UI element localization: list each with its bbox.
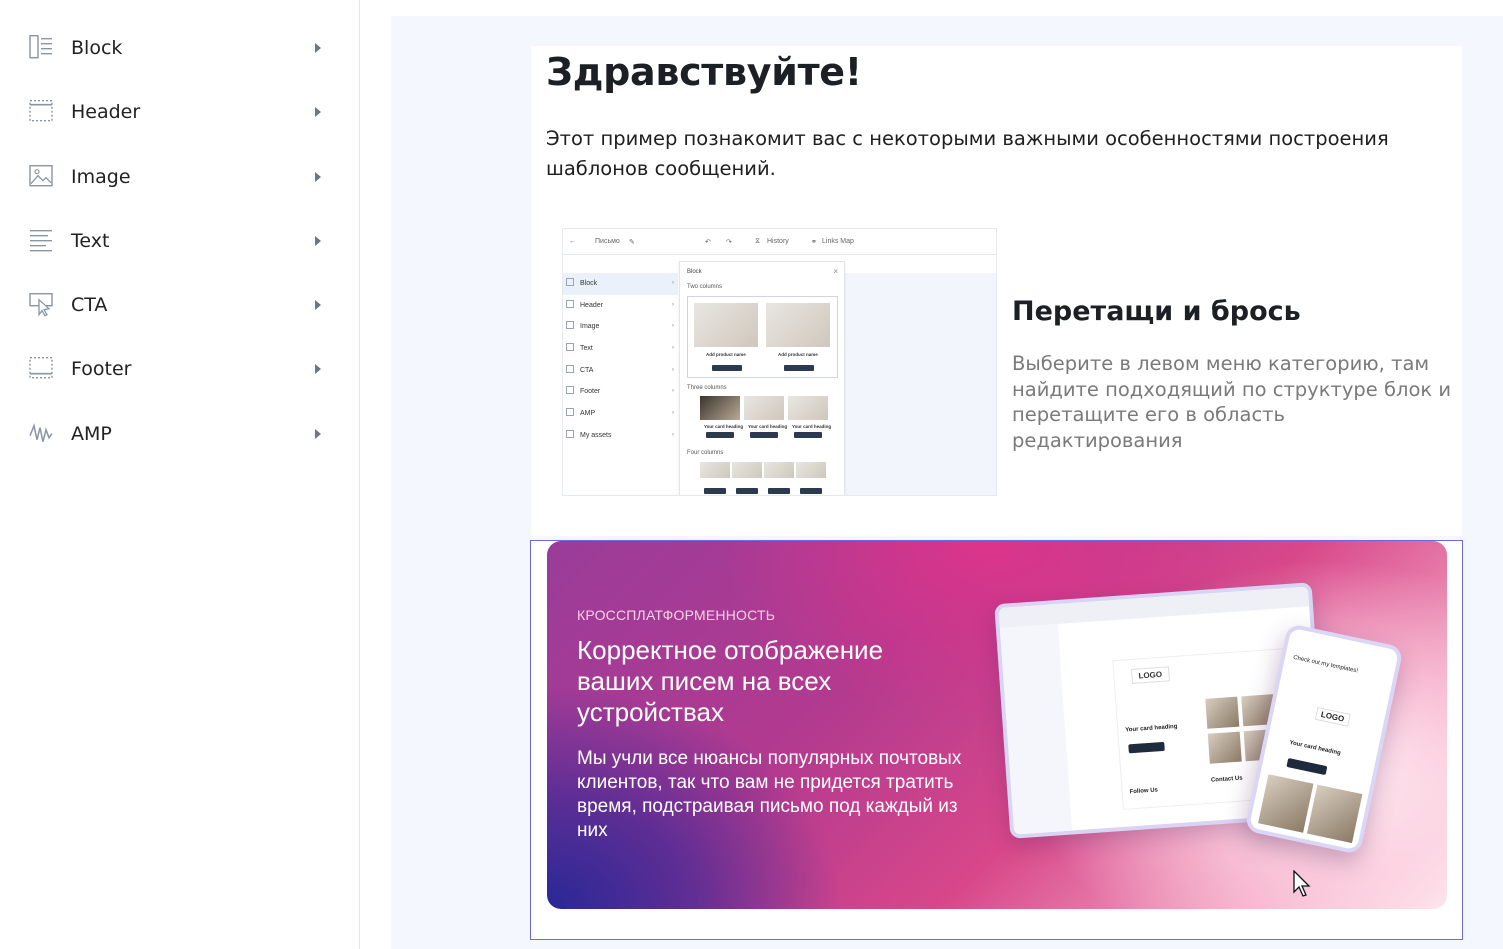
dragdrop-text[interactable]: Выберите в левом меню категорию, там най… <box>1012 351 1452 453</box>
sidebar-item-label: Footer <box>71 358 132 380</box>
chevron-right-icon <box>315 172 321 182</box>
mouse-cursor-icon <box>1293 870 1311 897</box>
sidebar-item-text[interactable]: Text <box>0 209 359 273</box>
footer-icon <box>28 355 54 381</box>
preview-links-map: Links Map <box>822 238 854 245</box>
sidebar-item-header[interactable]: Header <box>0 80 359 144</box>
sidebar-item-cta[interactable]: CTA <box>0 273 359 337</box>
image-icon <box>28 163 54 189</box>
left-sidebar: Block Header Image Text CTA Footer AMP <box>0 0 360 949</box>
crossplatform-banner[interactable]: КРОССПЛАТФОРМЕННОСТЬ Корректное отображе… <box>547 541 1447 909</box>
chevron-right-icon <box>315 429 321 439</box>
amp-icon <box>28 420 54 446</box>
undo-icon: ↶ <box>705 239 711 246</box>
editor-preview-image[interactable]: ← Письмо ✎ ↶ ↷ ⧖ History ⚭ Links Map Blo… <box>562 228 997 496</box>
preview-menu: Block › Header › Image › Text › CTA › Footer ›… <box>563 273 678 447</box>
history-icon: ⧖ <box>755 238 760 245</box>
back-arrow-icon: ← <box>569 238 576 245</box>
header-icon <box>28 98 54 124</box>
chevron-right-icon <box>315 364 321 374</box>
preview-block-panel: Block × Two columns Add product name Add… <box>679 261 845 495</box>
preview-history: History <box>767 238 789 245</box>
sidebar-item-label: Block <box>71 37 123 59</box>
block-icon <box>28 34 54 60</box>
sidebar-item-label: Text <box>71 230 110 252</box>
banner-kicker[interactable]: КРОССПЛАТФОРМЕННОСТЬ <box>577 607 775 623</box>
redo-icon: ↷ <box>726 239 732 246</box>
link-icon: ⚭ <box>811 239 817 246</box>
banner-title[interactable]: Корректное отображение ваших писем на вс… <box>577 635 937 728</box>
cta-icon <box>28 291 54 317</box>
sidebar-item-footer[interactable]: Footer <box>0 337 359 401</box>
sidebar-item-label: CTA <box>71 294 108 316</box>
sidebar-item-label: AMP <box>71 423 112 445</box>
preview-canvas <box>845 273 996 495</box>
text-icon <box>28 227 54 253</box>
pencil-icon: ✎ <box>629 239 635 246</box>
chevron-right-icon <box>315 107 321 117</box>
sidebar-item-image[interactable]: Image <box>0 145 359 209</box>
letter-block[interactable]: Здравствуйте! Этот пример познакомит вас… <box>531 46 1462 536</box>
banner-text[interactable]: Мы учли все нюансы популярных почтовых к… <box>577 747 967 843</box>
letter-intro[interactable]: Этот пример познакомит вас с некоторыми … <box>546 124 1456 184</box>
sidebar-item-label: Image <box>71 166 131 188</box>
letter-title[interactable]: Здравствуйте! <box>546 50 862 94</box>
preview-doc-name: Письмо <box>595 238 620 245</box>
sidebar-item-block[interactable]: Block <box>0 16 359 80</box>
chevron-right-icon <box>315 236 321 246</box>
sidebar-item-amp[interactable]: AMP <box>0 402 359 466</box>
sidebar-item-label: Header <box>71 101 141 123</box>
editor-canvas[interactable]: Здравствуйте! Этот пример познакомит вас… <box>391 16 1503 949</box>
chevron-right-icon <box>315 300 321 310</box>
preview-topbar: ← Письмо ✎ ↶ ↷ ⧖ History ⚭ Links Map <box>563 229 996 255</box>
selected-banner-block[interactable]: КРОССПЛАТФОРМЕННОСТЬ Корректное отображе… <box>530 540 1463 940</box>
dragdrop-title[interactable]: Перетащи и брось <box>1012 296 1301 327</box>
chevron-right-icon <box>315 43 321 53</box>
laptop-logo: LOGO <box>1131 666 1170 684</box>
